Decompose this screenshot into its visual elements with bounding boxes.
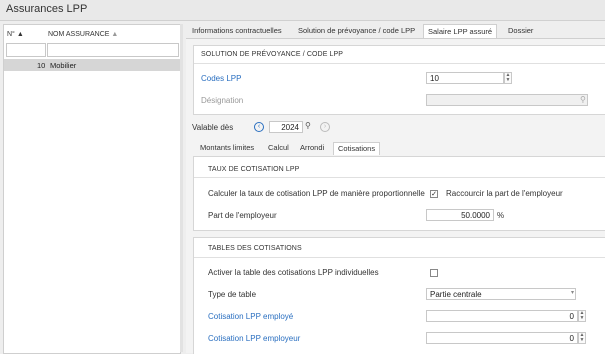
cotisation-employeur-input[interactable]: 0	[426, 332, 578, 344]
cotisation-employe-input[interactable]: 0	[426, 310, 578, 322]
tab-informations-contractuelles[interactable]: Informations contractuelles	[188, 24, 286, 38]
search-icon[interactable]: ⚲	[305, 121, 311, 130]
section-divider	[194, 63, 605, 64]
subtab-calcul[interactable]: Calcul	[264, 142, 293, 154]
section-title: TABLES DES COTISATIONS	[208, 245, 302, 252]
cotisation-employe-spinner[interactable]: ▲ ▼	[578, 310, 586, 322]
sort-icon: ▲	[111, 31, 119, 38]
proportional-label: Calculer la taux de cotisation LPP de ma…	[208, 189, 425, 198]
shorten-label: Raccourcir la part de l'employeur	[446, 189, 563, 198]
section-divider	[194, 177, 605, 178]
table-row[interactable]: 10 Mobilier	[4, 59, 180, 71]
window-titlebar: Assurances LPP	[0, 0, 605, 21]
activate-table-checkbox[interactable]	[430, 269, 438, 277]
designation-input[interactable]	[426, 94, 588, 106]
section-title: SOLUTION DE PRÉVOYANCE / CODE LPP	[201, 51, 344, 58]
chevron-down-icon[interactable]: ▾	[571, 289, 574, 296]
column-header-name[interactable]: NOM ASSURANCE ▲	[48, 31, 118, 38]
row-name: Mobilier	[50, 61, 77, 70]
previous-year-icon[interactable]: ‹	[254, 122, 264, 132]
filter-name-input[interactable]	[47, 43, 179, 57]
subtab-arrondi[interactable]: Arrondi	[296, 142, 328, 154]
row-no: 10	[37, 61, 46, 70]
cotisation-employe-label[interactable]: Cotisation LPP employé	[208, 312, 293, 321]
section-divider	[194, 257, 605, 258]
tab-salaire-lpp-assure[interactable]: Salaire LPP assuré	[423, 24, 498, 39]
search-icon[interactable]: ⚲	[580, 95, 586, 104]
tab-dossier[interactable]: Dossier	[504, 24, 537, 38]
codes-lpp-spinner[interactable]: ▲ ▼	[504, 72, 512, 84]
insurance-list-panel: N° ▲ NOM ASSURANCE ▲ 10 Mobilier	[3, 24, 181, 354]
designation-label: Désignation	[201, 96, 244, 105]
column-header-no[interactable]: N° ▲	[7, 31, 24, 38]
splitter[interactable]	[180, 24, 183, 352]
tab-solution-prevoyance[interactable]: Solution de prévoyance / code LPP	[294, 24, 419, 38]
proportional-checkbox[interactable]: ✓	[430, 190, 438, 198]
next-year-icon[interactable]: ›	[320, 122, 330, 132]
solution-section: SOLUTION DE PRÉVOYANCE / CODE LPP Codes …	[193, 45, 605, 115]
subtab-montants-limites[interactable]: Montants limites	[196, 142, 258, 154]
subtab-cotisations[interactable]: Cotisations	[333, 142, 381, 155]
tab-content-panel: SOLUTION DE PRÉVOYANCE / CODE LPP Codes …	[186, 38, 605, 354]
section-title: TAUX DE COTISATION LPP	[208, 166, 300, 173]
window-title: Assurances LPP	[6, 3, 88, 15]
percent-unit: %	[497, 211, 505, 220]
valable-year-input[interactable]: 2024	[269, 121, 303, 133]
sub-tabs: Montants limites Calcul Arrondi Cotisati…	[196, 142, 596, 155]
part-employeur-label: Part de l'employeur	[208, 211, 277, 220]
codes-lpp-label[interactable]: Codes LPP	[201, 74, 241, 83]
sort-ascending-icon: ▲	[16, 31, 24, 38]
cotisation-employeur-label[interactable]: Cotisation LPP employeur	[208, 334, 300, 343]
codes-lpp-input[interactable]: 10	[426, 72, 504, 84]
tables-section: TABLES DES COTISATIONS Activer la table …	[193, 237, 605, 354]
part-employeur-input[interactable]: 50.0000	[426, 209, 494, 221]
type-table-select[interactable]: Partie centrale	[426, 288, 576, 300]
type-table-label: Type de table	[208, 290, 257, 299]
filter-no-input[interactable]	[6, 43, 46, 57]
activate-table-label: Activer la table des cotisations LPP ind…	[208, 268, 379, 277]
valable-label: Valable dès	[192, 123, 234, 132]
cotisation-employeur-spinner[interactable]: ▲ ▼	[578, 332, 586, 344]
taux-section: TAUX DE COTISATION LPP Calculer la taux …	[193, 156, 605, 231]
